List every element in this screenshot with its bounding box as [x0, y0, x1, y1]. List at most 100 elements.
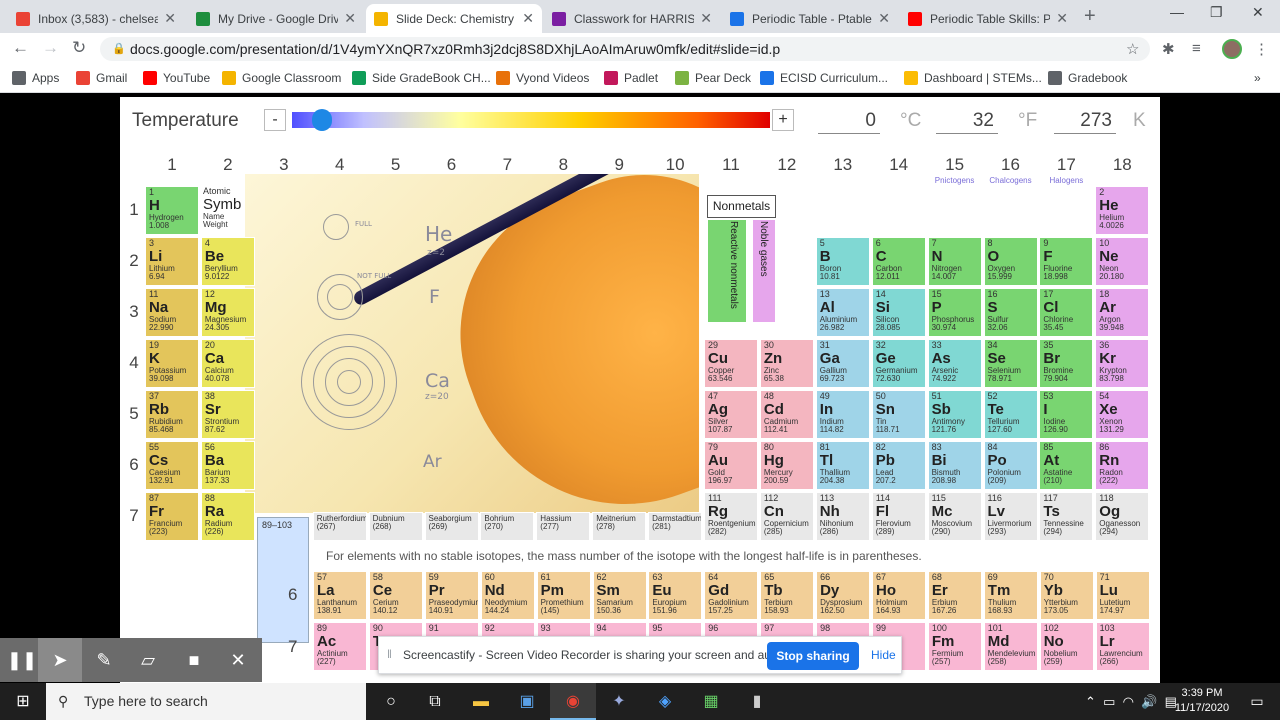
element-cell[interactable]: 69 Tm Thulium 168.93 [983, 571, 1038, 620]
element-cell[interactable]: 51 Sb Antimony 121.76 [927, 390, 982, 439]
bookmark-item[interactable]: ECISD Curriculum... [760, 71, 888, 85]
element-cell-partial[interactable]: Rutherfordium (267) [312, 512, 367, 541]
element-cell[interactable]: 113 Nh Nihonium (286) [815, 492, 870, 541]
element-cell[interactable]: 10 Ne Neon 20.180 [1095, 237, 1150, 286]
element-cell[interactable]: 87 Fr Francium (223) [145, 492, 199, 541]
element-cell[interactable]: 61 Pm Promethium (145) [536, 571, 591, 620]
bookmark-item[interactable]: Google Classroom [222, 71, 341, 85]
element-cell[interactable]: 13 Al Aluminium 26.982 [815, 288, 870, 337]
minimize-icon[interactable]: — [1170, 4, 1184, 20]
cortana-icon[interactable]: ○ [368, 683, 414, 720]
element-cell[interactable]: 33 As Arsenic 74.922 [927, 339, 982, 388]
element-cell[interactable]: 7 N Nitrogen 14.007 [927, 237, 982, 286]
element-cell[interactable]: 29 Cu Copper 63.546 [704, 339, 758, 388]
kelvin-value[interactable]: 273 [1054, 110, 1116, 134]
clock[interactable]: 3:39 PM 11/17/2020 [1172, 686, 1232, 716]
stop-sharing-button[interactable]: Stop sharing [767, 642, 859, 670]
element-cell[interactable]: 85 At Astatine (210) [1039, 441, 1094, 490]
hide-button[interactable]: Hide [871, 648, 896, 662]
browser-tab[interactable]: Classwork for HARRIS, C ✕ [544, 4, 720, 33]
bookmark-item[interactable]: Gmail [76, 71, 127, 85]
close-window-icon[interactable]: ✕ [1252, 4, 1264, 21]
element-cell[interactable]: 18 Ar Argon 39.948 [1095, 288, 1150, 337]
element-cell[interactable]: 53 I Iodine 126.90 [1039, 390, 1094, 439]
element-cell[interactable]: 58 Ce Cerium 140.12 [368, 571, 423, 620]
browser-tab[interactable]: Slide Deck: Chemistry T ✕ [366, 4, 542, 33]
temp-increase-button[interactable]: + [772, 109, 794, 131]
element-cell[interactable]: 86 Rn Radon (222) [1095, 441, 1150, 490]
element-cell[interactable]: 4 Be Beryllium 9.0122 [200, 237, 255, 286]
bookmark-item[interactable]: Side GradeBook CH... [352, 71, 491, 85]
celsius-value[interactable]: 0 [818, 110, 880, 134]
element-cell[interactable]: 32 Ge Germanium 72.630 [871, 339, 926, 388]
extensions-puzzle-icon[interactable]: ✱ [1162, 40, 1175, 58]
notification-icon[interactable]: ▭ [1242, 683, 1272, 720]
element-cell[interactable]: 19 K Potassium 39.098 [145, 339, 199, 388]
close-tab-icon[interactable]: ✕ [700, 10, 712, 27]
app-icon-2[interactable]: ◈ [642, 683, 688, 720]
element-cell[interactable]: 89 Ac Actinium (227) [313, 622, 367, 671]
element-cell[interactable]: 17 Cl Chlorine 35.45 [1039, 288, 1094, 337]
element-cell[interactable]: 83 Bi Bismuth 208.98 [927, 441, 982, 490]
element-cell[interactable]: 65 Tb Terbium 158.93 [760, 571, 815, 620]
element-cell[interactable]: 16 S Sulfur 32.06 [983, 288, 1038, 337]
element-cell[interactable]: 3 Li Lithium 6.94 [145, 237, 199, 286]
element-cell[interactable]: 118 Og Oganesson (294) [1095, 492, 1150, 541]
element-cell[interactable]: 50 Sn Tin 118.71 [871, 390, 926, 439]
calculator-icon[interactable]: ▦ [688, 683, 734, 720]
element-cell[interactable]: 2 He Helium 4.0026 [1095, 186, 1150, 235]
close-toolbar-icon[interactable]: ✕ [216, 638, 260, 682]
element-cell[interactable]: 114 Fl Flerovium (289) [871, 492, 926, 541]
bookmark-item[interactable]: Apps [12, 71, 59, 85]
element-cell[interactable]: 111 Rg Roentgenium (282) [704, 492, 758, 541]
element-cell[interactable]: 38 Sr Strontium 87.62 [200, 390, 255, 439]
element-cell[interactable]: 88 Ra Radium (226) [200, 492, 255, 541]
element-cell[interactable]: 56 Ba Barium 137.33 [200, 441, 255, 490]
system-tray[interactable]: ⌃ ▭ ◠ 🔊 ▤ [1085, 683, 1177, 720]
browser-tab[interactable]: My Drive - Google Driv ✕ [188, 4, 364, 33]
element-cell-partial[interactable]: Seaborgium (269) [424, 512, 479, 541]
close-tab-icon[interactable]: ✕ [522, 10, 534, 27]
close-tab-icon[interactable]: ✕ [344, 10, 356, 27]
fahrenheit-value[interactable]: 32 [936, 110, 998, 134]
element-cell[interactable]: 15 P Phosphorus 30.974 [927, 288, 982, 337]
element-cell[interactable]: 102 No Nobelium (259) [1039, 622, 1094, 671]
pen-tool-icon[interactable]: ✎ [82, 638, 126, 682]
reload-icon[interactable]: ↻ [72, 38, 86, 58]
temperature-slider-track[interactable] [292, 112, 770, 128]
element-cell[interactable]: 100 Fm Fermium (257) [927, 622, 982, 671]
close-tab-icon[interactable]: ✕ [164, 10, 176, 27]
camera-toggle-icon[interactable]: ■ [172, 638, 216, 682]
browser-tab[interactable]: Periodic Table - Ptable ✕ [722, 4, 898, 33]
temp-decrease-button[interactable]: - [264, 109, 286, 131]
element-cell[interactable]: 64 Gd Gadolinium 157.25 [704, 571, 759, 620]
element-cell[interactable]: 112 Cn Copernicium (285) [759, 492, 814, 541]
file-explorer-icon[interactable]: ▬ [458, 683, 504, 720]
bookmark-item[interactable]: Dashboard | STEMs... [904, 71, 1042, 85]
avatar[interactable] [1222, 39, 1242, 59]
browser-tab[interactable]: Inbox (3,583) - chelsea. ✕ [8, 4, 184, 33]
drag-handle-icon[interactable]: ‖ [387, 647, 392, 661]
element-cell[interactable]: 14 Si Silicon 28.085 [871, 288, 926, 337]
element-cell[interactable]: 35 Br Bromine 79.904 [1039, 339, 1094, 388]
close-tab-icon[interactable]: ✕ [1056, 10, 1068, 27]
element-cell[interactable]: 82 Pb Lead 207.2 [871, 441, 926, 490]
more-bookmarks-icon[interactable]: » [1254, 71, 1261, 85]
bookmark-item[interactable]: Gradebook [1048, 71, 1127, 85]
element-cell[interactable]: 31 Ga Gallium 69.723 [815, 339, 870, 388]
element-cell-partial[interactable]: Dubnium (268) [368, 512, 423, 541]
element-cell[interactable]: 67 Ho Holmium 164.93 [872, 571, 926, 620]
element-cell[interactable]: 48 Cd Cadmium 112.41 [759, 390, 814, 439]
element-cell[interactable]: 52 Te Tellurium 127.60 [983, 390, 1038, 439]
url-omnibox[interactable]: 🔒 docs.google.com/presentation/d/1V4ymYXn… [100, 37, 1150, 61]
element-cell[interactable]: 70 Yb Ytterbium 173.05 [1039, 571, 1094, 620]
element-cell[interactable]: 34 Se Selenium 78.971 [983, 339, 1038, 388]
element-cell[interactable]: 57 La Lanthanum 138.91 [313, 571, 367, 620]
element-cell[interactable]: 11 Na Sodium 22.990 [145, 288, 199, 337]
element-cell-partial[interactable]: Bohrium (270) [480, 512, 535, 541]
task-view-icon[interactable]: ⧉ [412, 683, 458, 720]
element-cell-partial[interactable]: Darmstadtium (281) [648, 512, 703, 541]
element-cell[interactable]: 55 Cs Caesium 132.91 [145, 441, 199, 490]
element-cell[interactable]: 62 Sm Samarium 150.36 [592, 571, 647, 620]
element-cell[interactable]: 6 C Carbon 12.011 [871, 237, 926, 286]
